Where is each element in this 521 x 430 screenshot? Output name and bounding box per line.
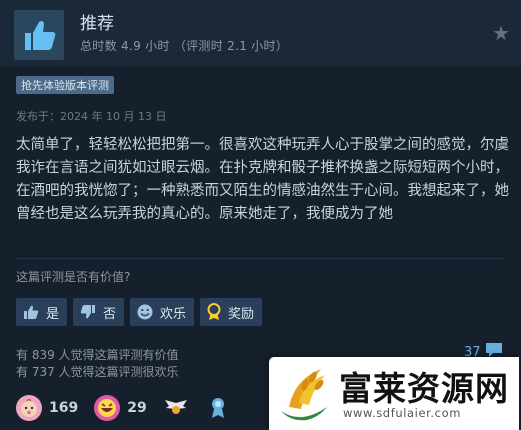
- thumbs-up-icon: [22, 303, 40, 321]
- early-access-badge: 抢先体验版本评测: [16, 76, 114, 94]
- thumbs-up-icon: [14, 10, 64, 60]
- vote-funny-label: 欢乐: [160, 306, 187, 322]
- award-button[interactable]: 奖励: [200, 298, 263, 326]
- award-medal-icon: [206, 303, 222, 321]
- award-reaction[interactable]: [163, 395, 189, 421]
- vote-yes-label: 是: [46, 306, 60, 322]
- wheat-leaf-logo-icon: [281, 369, 327, 421]
- winged-award-icon: [163, 395, 189, 421]
- vote-no-button[interactable]: 否: [73, 298, 125, 326]
- star-icon[interactable]: ★: [492, 23, 510, 43]
- baby-face-icon: [16, 395, 42, 421]
- posted-date: 发布于：2024 年 10 月 13 日: [16, 110, 167, 123]
- review-text: 太简单了，轻轻松松把把第一。很喜欢这种玩弄人心于股掌之间的感觉，尔虞我诈在言语之…: [16, 137, 509, 222]
- helpful-count-text: 有 839 人觉得这篇评测有价值: [16, 348, 179, 362]
- award-reaction[interactable]: 29: [94, 395, 147, 421]
- helpful-question: 这篇评测是否有价值?: [16, 270, 131, 284]
- award-count: 29: [127, 400, 147, 416]
- award-reaction[interactable]: [205, 395, 231, 421]
- vote-buttons: 是 否 欢乐 奖励: [16, 298, 263, 326]
- watermark-title: 富莱资源网: [339, 369, 509, 408]
- ribbon-medal-icon: [205, 395, 231, 421]
- vote-no-label: 否: [103, 306, 117, 322]
- review-header: 推荐 总时数 4.9 小时 （评测时 2.1 小时） ★: [0, 0, 521, 66]
- smiley-face-icon: [136, 303, 154, 321]
- grinning-face-icon: [94, 395, 121, 421]
- award-reactions: 169 29: [16, 395, 231, 421]
- funny-count-text: 有 737 人觉得这篇评测很欢乐: [16, 365, 179, 379]
- thumbs-down-icon: [79, 303, 97, 321]
- helpfulness-stats: 有 839 人觉得这篇评测有价值 有 737 人觉得这篇评测很欢乐: [16, 347, 179, 381]
- award-label: 奖励: [228, 306, 255, 322]
- watermark: 富莱资源网 www.sdfulaier.com: [269, 357, 519, 430]
- watermark-url: www.sdfulaier.com: [343, 406, 462, 420]
- vote-funny-button[interactable]: 欢乐: [130, 298, 195, 326]
- vote-yes-button[interactable]: 是: [16, 298, 68, 326]
- recommendation-title: 推荐: [80, 14, 114, 34]
- divider: [16, 258, 505, 259]
- playtime-hours: 总时数 4.9 小时 （评测时 2.1 小时）: [80, 39, 289, 53]
- award-count: 169: [49, 400, 79, 416]
- award-reaction[interactable]: 169: [16, 395, 78, 421]
